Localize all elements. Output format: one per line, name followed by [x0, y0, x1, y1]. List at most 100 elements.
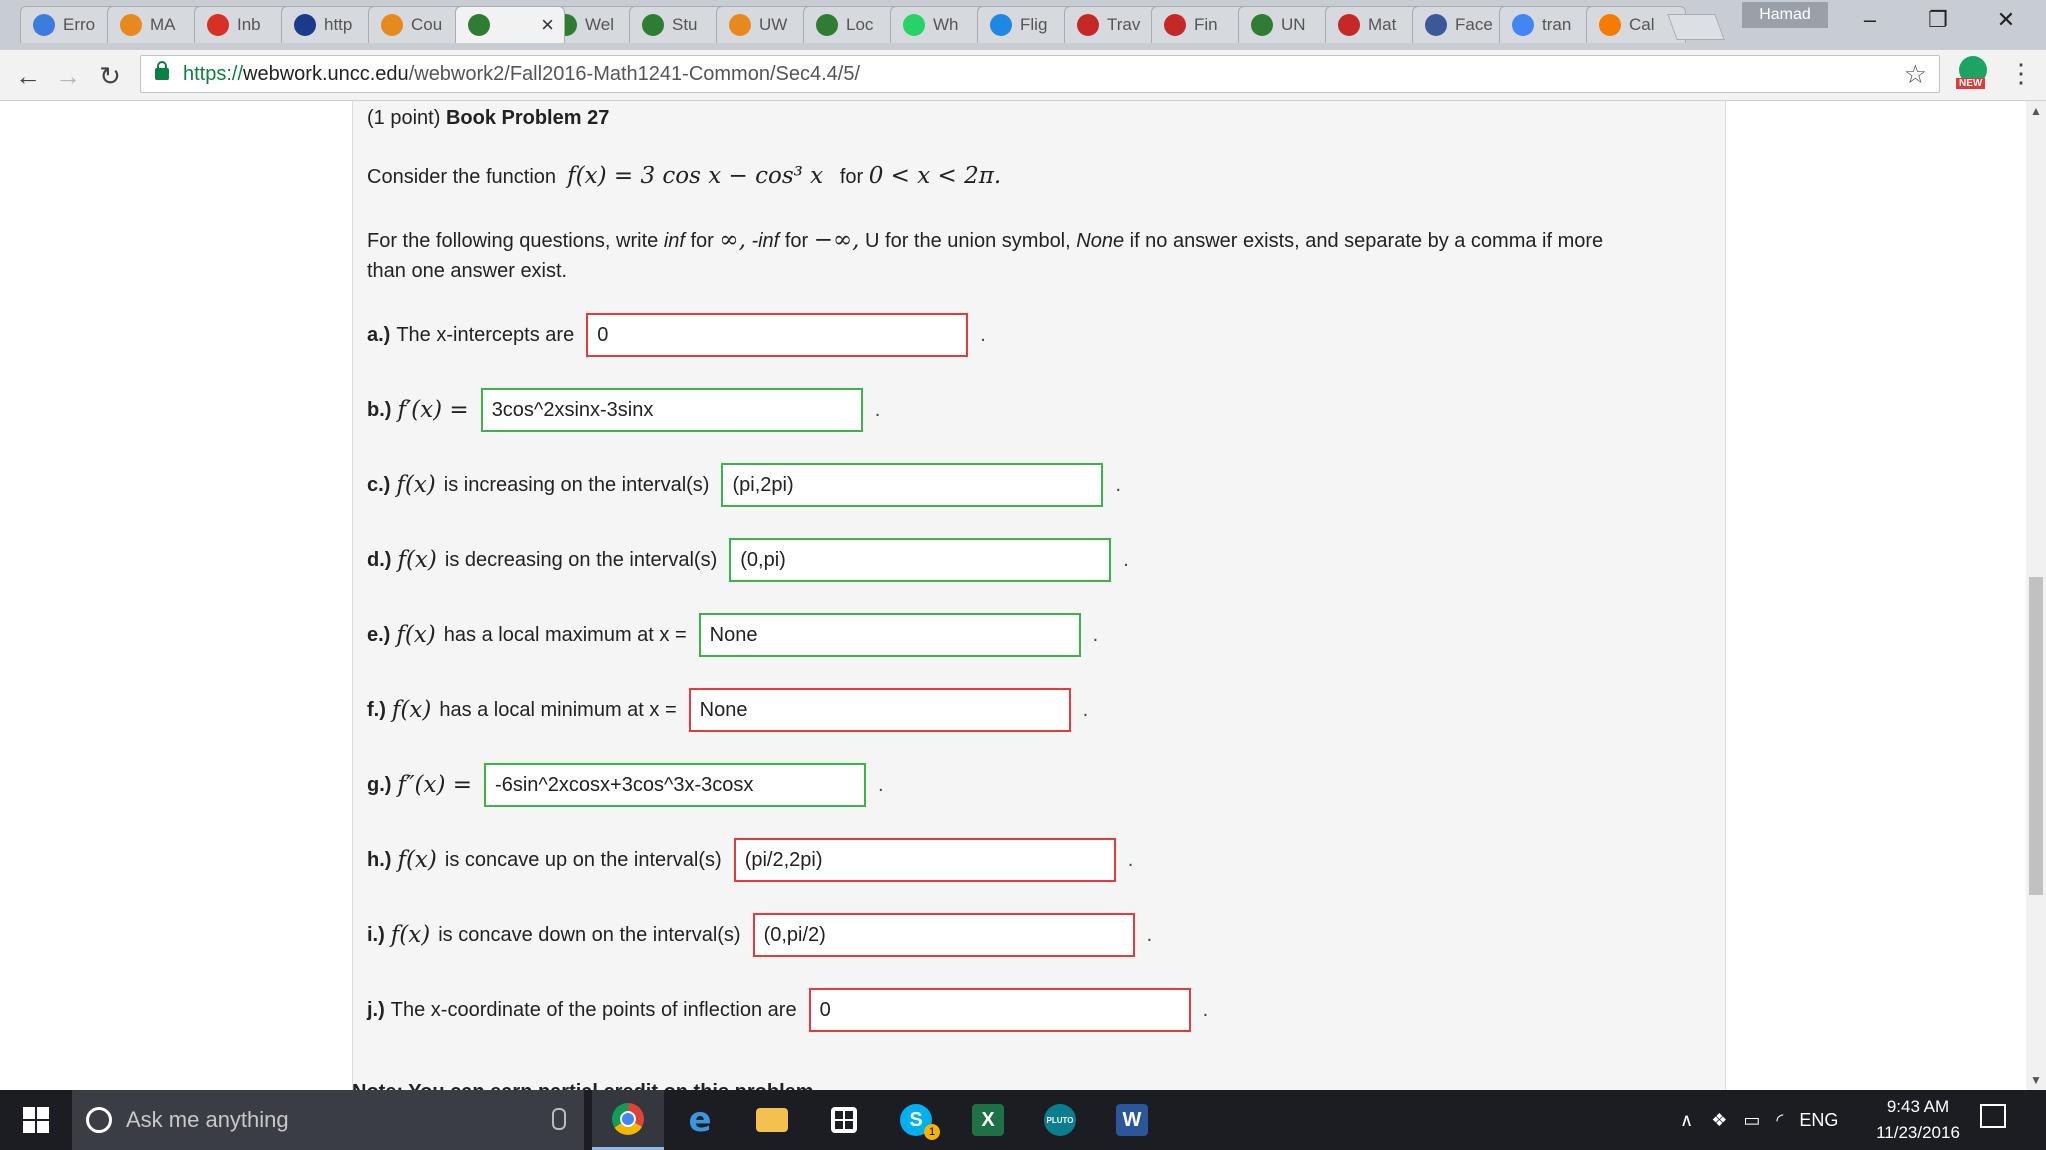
- browser-tab[interactable]: UN: [1238, 6, 1338, 43]
- profile-button[interactable]: Hamad: [1742, 2, 1828, 28]
- taskbar-skype[interactable]: S 1: [880, 1090, 952, 1150]
- tab-favicon-icon: [1425, 14, 1447, 36]
- tab-label: Trav: [1107, 15, 1141, 34]
- taskbar-file-explorer[interactable]: [736, 1090, 808, 1150]
- question-math: f″(x) =: [397, 772, 473, 798]
- back-button[interactable]: ←: [10, 58, 46, 94]
- question-text: is concave up on the interval(s): [444, 848, 722, 871]
- taskbar-chrome[interactable]: [592, 1090, 664, 1150]
- chrome-menu-icon[interactable]: ⋮: [2008, 58, 2034, 89]
- taskbar-edge[interactable]: e: [664, 1090, 736, 1150]
- tab-label: Stu: [672, 15, 698, 34]
- folder-icon: [756, 1108, 788, 1132]
- taskbar-word[interactable]: W: [1096, 1090, 1168, 1150]
- answer-input[interactable]: 0: [586, 313, 969, 357]
- tab-label: Inb: [237, 15, 261, 34]
- tab-favicon-icon: [381, 14, 403, 36]
- wifi-icon[interactable]: ◜: [1776, 1110, 1783, 1131]
- trailing-period: .: [1202, 998, 1209, 1021]
- browser-tab[interactable]: MA: [107, 6, 207, 43]
- browser-tab[interactable]: Erro: [20, 6, 120, 43]
- cortana-search-box[interactable]: Ask me anything: [72, 1090, 584, 1150]
- question-math: f′(x) =: [397, 397, 469, 423]
- tab-favicon-icon: [1599, 14, 1621, 36]
- question-label: a.): [367, 323, 391, 346]
- address-bar[interactable]: https://webwork.uncc.edu/webwork2/Fall20…: [140, 55, 1940, 93]
- problem-title: Book Problem 27: [445, 107, 610, 129]
- tab-label: Wel: [585, 15, 614, 34]
- answer-input[interactable]: 0: [808, 988, 1191, 1032]
- tab-favicon-icon: [294, 14, 316, 36]
- vertical-scrollbar[interactable]: ▲ ▼: [2026, 101, 2046, 1090]
- tray-app-icon[interactable]: ❖: [1711, 1110, 1727, 1131]
- taskbar-pluto[interactable]: PLUTO: [1024, 1090, 1096, 1150]
- scroll-down-icon[interactable]: ▼: [2026, 1070, 2046, 1090]
- question-row: b.) f′(x) = 3cos^2xsinx-3sinx.: [367, 388, 880, 432]
- question-row: d.) f(x) is decreasing on the interval(s) (…: [367, 538, 1129, 582]
- browser-tab[interactable]: http: [281, 6, 381, 43]
- system-tray: ∧ ❖ ▭ ◜ ENG: [1680, 1090, 1838, 1150]
- store-icon: [831, 1107, 857, 1133]
- browser-tab[interactable]: Face: [1412, 6, 1512, 43]
- taskbar-excel[interactable]: X: [952, 1090, 1024, 1150]
- tab-close-icon[interactable]: ×: [541, 12, 554, 38]
- restore-button[interactable]: ❐: [1904, 0, 1972, 40]
- reload-button[interactable]: ↻: [92, 58, 128, 94]
- browser-tab[interactable]: Flig: [977, 6, 1077, 43]
- clock[interactable]: 9:43 AM 11/23/2016: [1870, 1094, 1966, 1146]
- microphone-icon[interactable]: [552, 1108, 566, 1130]
- answer-input[interactable]: (pi,2pi): [721, 463, 1104, 507]
- browser-tab[interactable]: Fin: [1151, 6, 1251, 43]
- browser-tab[interactable]: Loc: [803, 6, 903, 43]
- tab-label: tran: [1542, 15, 1572, 34]
- minimize-button[interactable]: –: [1836, 0, 1904, 40]
- browser-tab[interactable]: Inb: [194, 6, 294, 43]
- tab-label: Erro: [63, 15, 96, 34]
- question-text: The x-intercepts are: [396, 323, 575, 346]
- answer-input[interactable]: (0,pi): [729, 538, 1112, 582]
- battery-icon[interactable]: ▭: [1743, 1110, 1760, 1131]
- url-text[interactable]: https://webwork.uncc.edu/webwork2/Fall20…: [183, 63, 860, 86]
- taskbar-store[interactable]: [808, 1090, 880, 1150]
- trailing-period: .: [1092, 623, 1099, 646]
- new-tab-button[interactable]: [1667, 14, 1725, 40]
- answer-input[interactable]: 3cos^2xsinx-3sinx: [480, 388, 863, 432]
- browser-tab[interactable]: ×: [455, 6, 565, 43]
- start-button[interactable]: [0, 1090, 72, 1150]
- question-math: f(x): [396, 472, 436, 498]
- question-label: g.): [367, 773, 392, 796]
- tab-label: UW: [759, 15, 788, 34]
- tray-expand-icon[interactable]: ∧: [1680, 1110, 1693, 1131]
- tab-favicon-icon: [990, 14, 1012, 36]
- tab-favicon-icon: [120, 14, 142, 36]
- question-label: b.): [367, 398, 392, 421]
- browser-tab[interactable]: Stu: [629, 6, 729, 43]
- answer-input[interactable]: -6sin^2xcosx+3cos^3x-3cosx: [484, 763, 867, 807]
- forward-button[interactable]: →: [50, 58, 86, 94]
- close-window-button[interactable]: ✕: [1972, 0, 2040, 40]
- chrome-icon: [612, 1102, 644, 1135]
- language-indicator[interactable]: ENG: [1799, 1110, 1838, 1131]
- answer-value: None: [699, 698, 748, 721]
- browser-tab[interactable]: UW: [716, 6, 816, 43]
- edge-icon: e: [688, 1100, 712, 1140]
- scroll-up-icon[interactable]: ▲: [2026, 101, 2046, 121]
- answer-input[interactable]: None: [688, 688, 1071, 732]
- browser-tab[interactable]: Cou: [368, 6, 468, 43]
- browser-tab[interactable]: Mat: [1325, 6, 1425, 43]
- restore-icon: ❐: [1928, 7, 1948, 32]
- browser-tab[interactable]: Trav: [1064, 6, 1164, 43]
- scroll-thumb[interactable]: [2029, 577, 2043, 895]
- tab-favicon-icon: [468, 14, 490, 36]
- action-center-icon[interactable]: [1980, 1104, 2006, 1128]
- answer-input[interactable]: (pi/2,2pi): [733, 838, 1116, 882]
- trailing-period: .: [980, 323, 986, 346]
- bookmark-star-icon[interactable]: ☆: [1904, 59, 1927, 90]
- browser-tab[interactable]: tran: [1499, 6, 1599, 43]
- close-icon: ✕: [1996, 7, 2016, 32]
- question-math: f(x): [390, 922, 431, 948]
- answer-input[interactable]: None: [698, 613, 1081, 657]
- extension-button[interactable]: NEW: [1956, 56, 1990, 90]
- answer-input[interactable]: (0,pi/2): [752, 913, 1135, 957]
- browser-tab[interactable]: Wh: [890, 6, 990, 43]
